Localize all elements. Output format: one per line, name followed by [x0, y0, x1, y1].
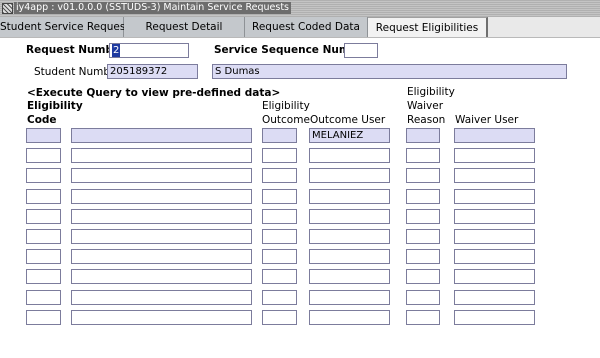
waiver-reason-field[interactable] — [406, 128, 440, 143]
waiver-reason-header-line2: Waiver — [407, 100, 444, 112]
tab-request-coded-data[interactable]: Request Coded Data — [245, 17, 368, 37]
eligibility-description-field[interactable] — [71, 249, 252, 264]
eligibility-code-header-line1: Eligibility — [27, 100, 83, 112]
waiver-user-field[interactable] — [454, 128, 535, 143]
waiver-user-header: Waiver User — [455, 114, 519, 126]
outcome-user-field[interactable] — [309, 269, 390, 284]
eligibility-outcome-field[interactable] — [262, 168, 297, 183]
eligibility-outcome-field[interactable] — [262, 209, 297, 224]
eligibility-code-field[interactable] — [26, 310, 61, 325]
waiver-user-field[interactable] — [454, 310, 535, 325]
eligibility-description-field[interactable] — [71, 310, 252, 325]
eligibility-description-field[interactable] — [71, 128, 252, 143]
tab-request-detail[interactable]: Request Detail — [124, 17, 245, 37]
outcome-user-field[interactable] — [309, 310, 390, 325]
eligibility-description-field[interactable] — [71, 290, 252, 305]
waiver-reason-header-line3: Reason — [407, 114, 446, 126]
outcome-user-field[interactable] — [309, 148, 390, 163]
eligibility-code-field[interactable] — [26, 249, 61, 264]
waiver-reason-header-line1: Eligibility — [407, 86, 455, 98]
eligibility-description-field[interactable] — [71, 269, 252, 284]
eligibility-code-field[interactable] — [26, 128, 61, 143]
eligibility-code-header-line2: Code — [27, 114, 57, 126]
waiver-reason-field[interactable] — [406, 168, 440, 183]
eligibility-description-field[interactable] — [71, 189, 252, 204]
eligibility-outcome-field[interactable] — [262, 290, 297, 305]
student-name-field[interactable]: S Dumas — [212, 64, 567, 79]
outcome-user-header: Outcome User — [310, 114, 386, 126]
waiver-reason-field[interactable] — [406, 269, 440, 284]
eligibility-description-field[interactable] — [71, 148, 252, 163]
eligibility-outcome-field[interactable] — [262, 249, 297, 264]
eligibility-outcome-field[interactable] — [262, 269, 297, 284]
eligibility-code-field[interactable] — [26, 168, 61, 183]
waiver-reason-field[interactable] — [406, 209, 440, 224]
eligibility-outcome-field[interactable] — [262, 189, 297, 204]
waiver-user-field[interactable] — [454, 148, 535, 163]
outcome-user-field[interactable]: MELANIEZ — [309, 128, 390, 143]
waiver-user-field[interactable] — [454, 189, 535, 204]
waiver-user-field[interactable] — [454, 209, 535, 224]
eligibility-outcome-field[interactable] — [262, 128, 297, 143]
waiver-reason-field[interactable] — [406, 249, 440, 264]
window-title: iy4app : v01.0.0.0 (SSTUDS-3) Maintain S… — [14, 2, 291, 14]
eligibility-outcome-header-line2: Outcome — [262, 114, 310, 126]
service-sequence-field[interactable] — [344, 43, 378, 58]
eligibility-outcome-field[interactable] — [262, 148, 297, 163]
execute-query-hint: <Execute Query to view pre-defined data> — [27, 87, 281, 99]
waiver-user-field[interactable] — [454, 269, 535, 284]
eligibility-code-field[interactable] — [26, 229, 61, 244]
eligibility-description-field[interactable] — [71, 229, 252, 244]
tab-student-service-request[interactable]: Student Service Request — [0, 17, 129, 37]
form-body: Request Number 2 Service Sequence Number… — [0, 37, 600, 358]
text-cursor: 2 — [112, 44, 121, 57]
waiver-user-field[interactable] — [454, 249, 535, 264]
waiver-reason-field[interactable] — [406, 229, 440, 244]
outcome-user-field[interactable] — [309, 249, 390, 264]
eligibility-code-field[interactable] — [26, 290, 61, 305]
outcome-user-field[interactable] — [309, 168, 390, 183]
app-icon — [2, 3, 13, 14]
eligibility-description-field[interactable] — [71, 209, 252, 224]
request-number-field[interactable]: 2 — [109, 43, 189, 58]
waiver-reason-field[interactable] — [406, 310, 440, 325]
student-number-field[interactable]: 205189372 — [107, 64, 198, 79]
eligibility-code-field[interactable] — [26, 189, 61, 204]
waiver-reason-field[interactable] — [406, 290, 440, 305]
outcome-user-field[interactable] — [309, 189, 390, 204]
eligibility-outcome-field[interactable] — [262, 229, 297, 244]
outcome-user-field[interactable] — [309, 209, 390, 224]
eligibility-code-field[interactable] — [26, 269, 61, 284]
tab-request-eligibilities[interactable]: Request Eligibilities — [368, 17, 488, 37]
title-bar: iy4app : v01.0.0.0 (SSTUDS-3) Maintain S… — [0, 0, 600, 17]
waiver-user-field[interactable] — [454, 290, 535, 305]
eligibility-code-field[interactable] — [26, 148, 61, 163]
eligibility-code-field[interactable] — [26, 209, 61, 224]
waiver-user-field[interactable] — [454, 229, 535, 244]
tab-strip: Student Service Request Request Detail R… — [0, 17, 600, 37]
eligibility-outcome-header-line1: Eligibility — [262, 100, 310, 112]
waiver-user-field[interactable] — [454, 168, 535, 183]
waiver-reason-field[interactable] — [406, 148, 440, 163]
outcome-user-field[interactable] — [309, 229, 390, 244]
eligibility-description-field[interactable] — [71, 168, 252, 183]
outcome-user-field[interactable] — [309, 290, 390, 305]
waiver-reason-field[interactable] — [406, 189, 440, 204]
eligibility-outcome-field[interactable] — [262, 310, 297, 325]
